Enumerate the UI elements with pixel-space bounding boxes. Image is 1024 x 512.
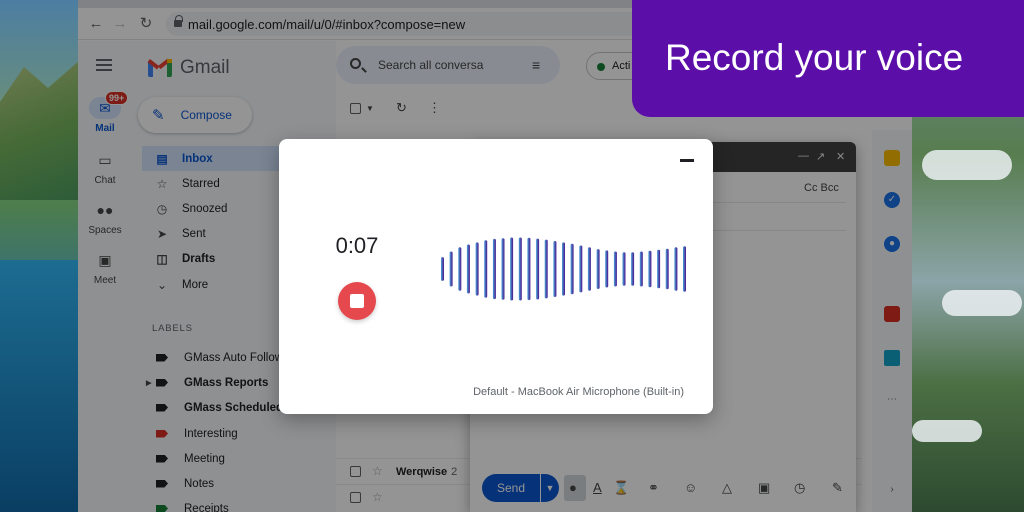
waveform-bar: [484, 240, 488, 298]
wallpaper-cloud: [912, 420, 982, 442]
waveform-bar: [579, 245, 583, 293]
waveform-bar: [605, 250, 609, 288]
waveform-bar: [458, 247, 462, 291]
wallpaper-cloud: [922, 150, 1012, 180]
waveform-bar: [466, 244, 470, 294]
wallpaper-mountain: [0, 60, 80, 200]
waveform-bar: [622, 252, 626, 286]
wallpaper-cloud: [942, 290, 1022, 316]
waveform-bar: [613, 251, 617, 287]
waveform-bar: [518, 237, 522, 301]
recording-timer: 0:07: [335, 233, 379, 258]
desktop-wallpaper-left: [0, 0, 80, 512]
waveform-bar: [657, 249, 661, 289]
waveform-bar: [639, 251, 643, 287]
waveform-bar: [475, 242, 479, 296]
waveform-bar: [510, 237, 514, 301]
waveform-bar: [527, 237, 531, 301]
input-device-label: Default - MacBook Air Microphone (Built-…: [473, 386, 684, 398]
minimize-icon[interactable]: [680, 159, 694, 162]
waveform-bar: [631, 252, 635, 286]
voice-recorder-dialog: 0:07 Default - MacBook Air Microphone (B…: [279, 139, 713, 414]
promo-banner: Record your voice: [632, 0, 1024, 117]
audio-waveform: [441, 237, 686, 301]
stop-recording-button[interactable]: [338, 282, 376, 320]
waveform-bar: [501, 238, 505, 300]
waveform-bar: [570, 243, 574, 295]
waveform-bar: [492, 238, 496, 300]
waveform-bar: [441, 257, 444, 281]
waveform-bar: [449, 251, 453, 287]
wallpaper-sea: [0, 260, 80, 512]
waveform-bar: [544, 239, 548, 299]
waveform-bar: [587, 247, 591, 291]
stop-icon: [350, 294, 364, 308]
waveform-bar: [596, 249, 600, 289]
waveform-bar: [674, 247, 678, 291]
waveform-bar: [665, 248, 669, 290]
waveform-bar: [683, 246, 686, 292]
waveform-bar: [553, 241, 557, 297]
waveform-bar: [648, 250, 652, 288]
waveform-bar: [562, 242, 565, 296]
waveform-bar: [536, 238, 540, 300]
banner-text: Record your voice: [665, 37, 964, 78]
